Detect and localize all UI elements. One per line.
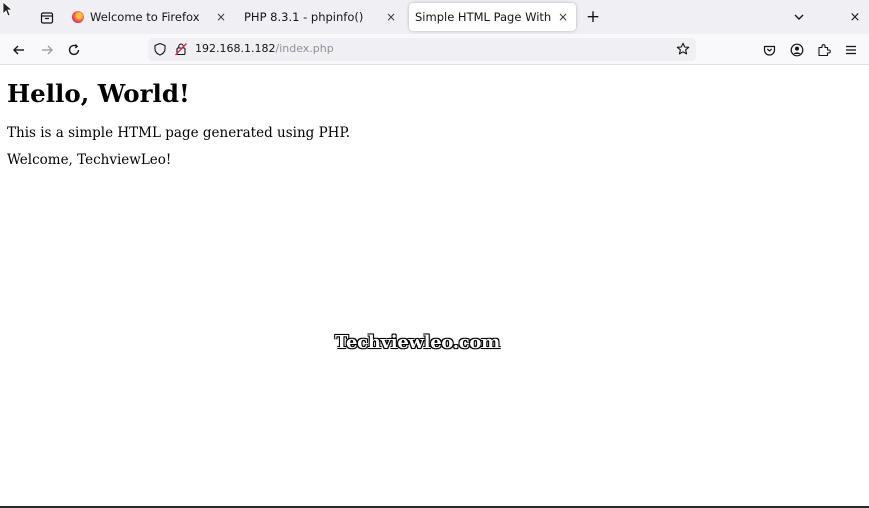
reload-button[interactable] [63, 39, 85, 61]
hamburger-menu-icon [846, 45, 856, 55]
insecure-lock-icon[interactable] [174, 42, 188, 56]
address-bar[interactable]: 192.168.1.182/index.php [148, 38, 696, 61]
tab-phpinfo[interactable]: PHP 8.3.1 - phpinfo() × [238, 3, 404, 31]
account-icon [790, 43, 804, 57]
tab-close-icon[interactable]: × [214, 10, 228, 24]
url-host: 192.168.1.182 [195, 42, 276, 55]
tab-welcome-to-firefox[interactable]: Welcome to Firefox × [66, 3, 234, 31]
pocket-icon [763, 45, 775, 56]
list-all-tabs-button[interactable] [790, 8, 808, 26]
firefox-view-icon [40, 12, 54, 24]
app-menu-button[interactable] [841, 40, 861, 60]
tab-simple-html-page[interactable]: Simple HTML Page With PHP × [409, 3, 576, 31]
tab-bar: Welcome to Firefox × PHP 8.3.1 - phpinfo… [0, 0, 869, 34]
extensions-button[interactable] [814, 40, 834, 60]
firefox-view-button[interactable] [36, 7, 58, 29]
back-button[interactable] [8, 39, 30, 61]
mouse-pointer-icon [2, 1, 12, 17]
tab-title: Simple HTML Page With PHP [415, 10, 556, 24]
page-paragraph-intro: This is a simple HTML page generated usi… [7, 125, 351, 141]
tab-title: PHP 8.3.1 - phpinfo() [244, 10, 364, 24]
page-content: Hello, World! This is a simple HTML page… [0, 65, 869, 508]
url-path: /index.php [275, 42, 334, 55]
bookmark-star-icon[interactable] [676, 42, 690, 56]
forward-button[interactable] [36, 39, 58, 61]
tab-title: Welcome to Firefox [90, 10, 200, 24]
reload-icon [68, 44, 80, 56]
page-paragraph-welcome: Welcome, TechviewLeo! [7, 152, 172, 168]
tab-close-icon[interactable]: × [384, 10, 398, 24]
navigation-toolbar: 192.168.1.182/index.php [0, 34, 869, 65]
url-text[interactable]: 192.168.1.182/index.php [195, 42, 334, 55]
window-close-button[interactable]: × [846, 8, 864, 26]
pocket-button[interactable] [759, 40, 779, 60]
firefox-icon [72, 11, 84, 23]
account-button[interactable] [787, 40, 807, 60]
tab-close-icon[interactable]: × [556, 10, 570, 24]
tracking-protection-shield-icon[interactable] [153, 42, 167, 56]
forward-arrow-icon [42, 45, 53, 55]
back-arrow-icon [13, 45, 24, 55]
page-heading: Hello, World! [7, 79, 190, 108]
new-tab-button[interactable]: + [584, 7, 602, 27]
chevron-down-icon [794, 14, 804, 20]
puzzle-piece-icon [818, 44, 831, 57]
watermark-text: Techviewleo.com [335, 332, 500, 353]
